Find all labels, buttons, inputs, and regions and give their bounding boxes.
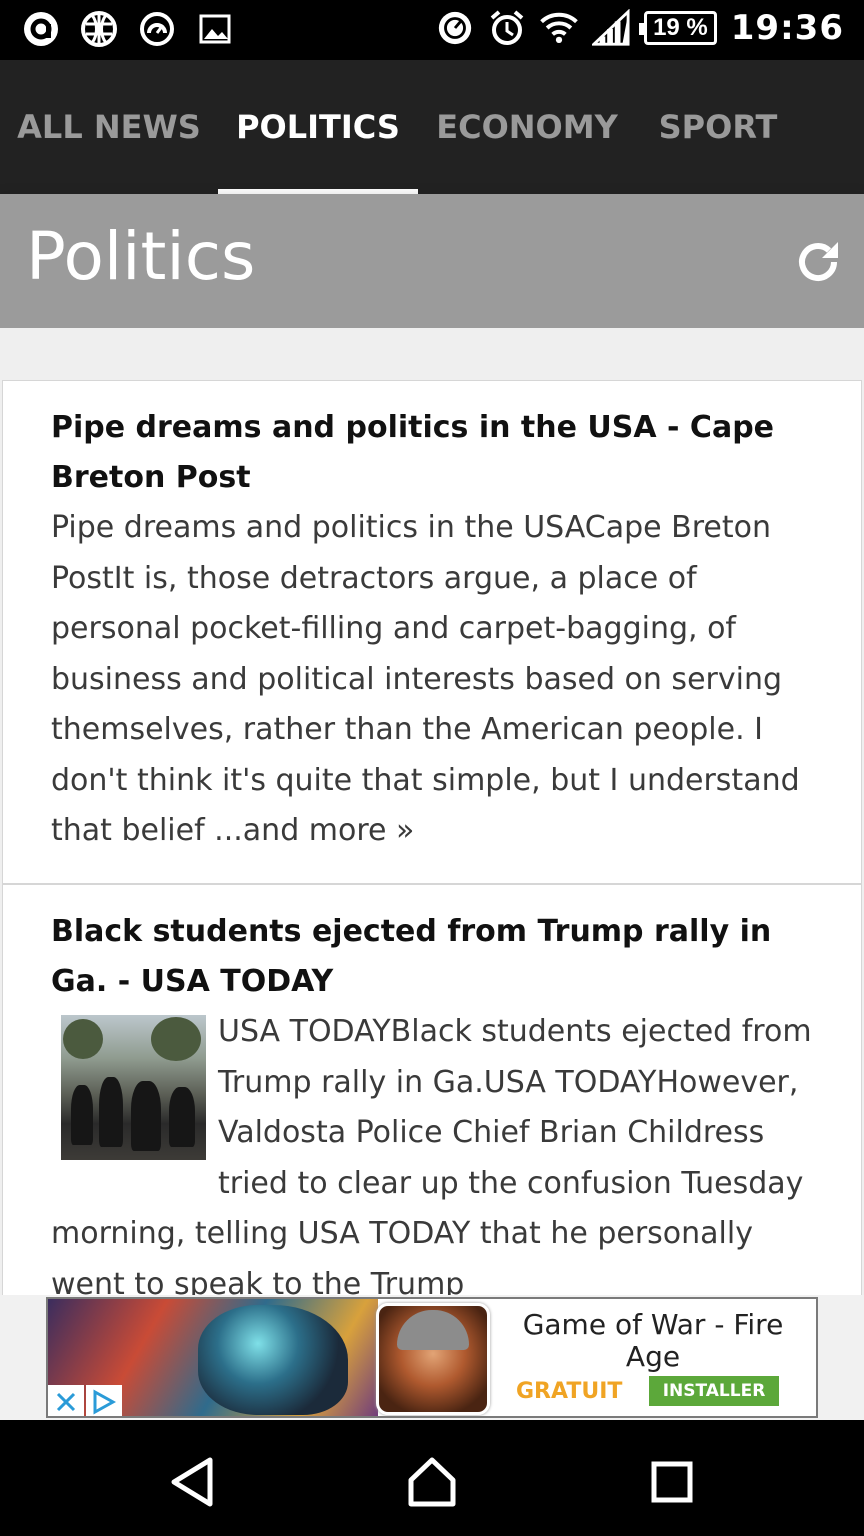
battery-indicator: 19 % [639, 11, 717, 45]
speedometer-icon [138, 10, 176, 48]
ad-title[interactable]: Game of War - Fire Age [510, 1309, 796, 1373]
tab-sport[interactable]: SPORT [636, 60, 800, 194]
tab-economy[interactable]: ECONOMY [418, 60, 636, 194]
ad-close-icon[interactable] [48, 1385, 84, 1416]
ad-banner[interactable]: Game of War - Fire Age GRATUIT INSTALLER [46, 1297, 818, 1418]
tab-all-news[interactable]: ALL NEWS [0, 60, 218, 194]
news-card-title[interactable]: Black students ejected from Trump rally … [51, 907, 821, 1007]
globe-icon [80, 10, 118, 48]
data-saver-icon [436, 9, 474, 47]
news-thumbnail[interactable] [61, 1015, 206, 1160]
refresh-icon[interactable] [794, 238, 842, 286]
ad-app-icon[interactable] [376, 1303, 490, 1415]
image-icon [196, 10, 234, 48]
status-time: 19:36 [730, 8, 844, 48]
system-nav-bar [0, 1420, 864, 1536]
ad-choices-icon[interactable] [86, 1385, 122, 1416]
wifi-icon [540, 9, 578, 47]
news-card[interactable]: Black students ejected from Trump rally … [2, 884, 862, 1295]
category-tab-bar: ALL NEWS POLITICS ECONOMY SPORT [0, 60, 864, 194]
status-bar: 19 % 19:36 [0, 0, 864, 60]
ad-banner-area: Game of War - Fire Age GRATUIT INSTALLER [0, 1295, 864, 1420]
app-a-icon [22, 10, 60, 48]
news-card[interactable]: Pipe dreams and politics in the USA - Ca… [2, 380, 862, 884]
alarm-icon [488, 9, 526, 47]
news-card-title[interactable]: Pipe dreams and politics in the USA - Ca… [51, 403, 821, 503]
ad-install-button[interactable]: INSTALLER [649, 1376, 779, 1406]
page-title: Politics [26, 218, 256, 295]
news-list[interactable]: Pipe dreams and politics in the USA - Ca… [0, 328, 864, 1295]
news-card-body: Pipe dreams and politics in the USACape … [51, 510, 800, 848]
home-icon[interactable] [404, 1454, 460, 1510]
ad-price: GRATUIT [516, 1379, 623, 1404]
back-icon[interactable] [164, 1454, 220, 1510]
tab-politics[interactable]: POLITICS [218, 60, 418, 194]
signal-icon [592, 9, 630, 47]
page-header: Politics [0, 194, 864, 328]
recents-icon[interactable] [644, 1454, 700, 1510]
